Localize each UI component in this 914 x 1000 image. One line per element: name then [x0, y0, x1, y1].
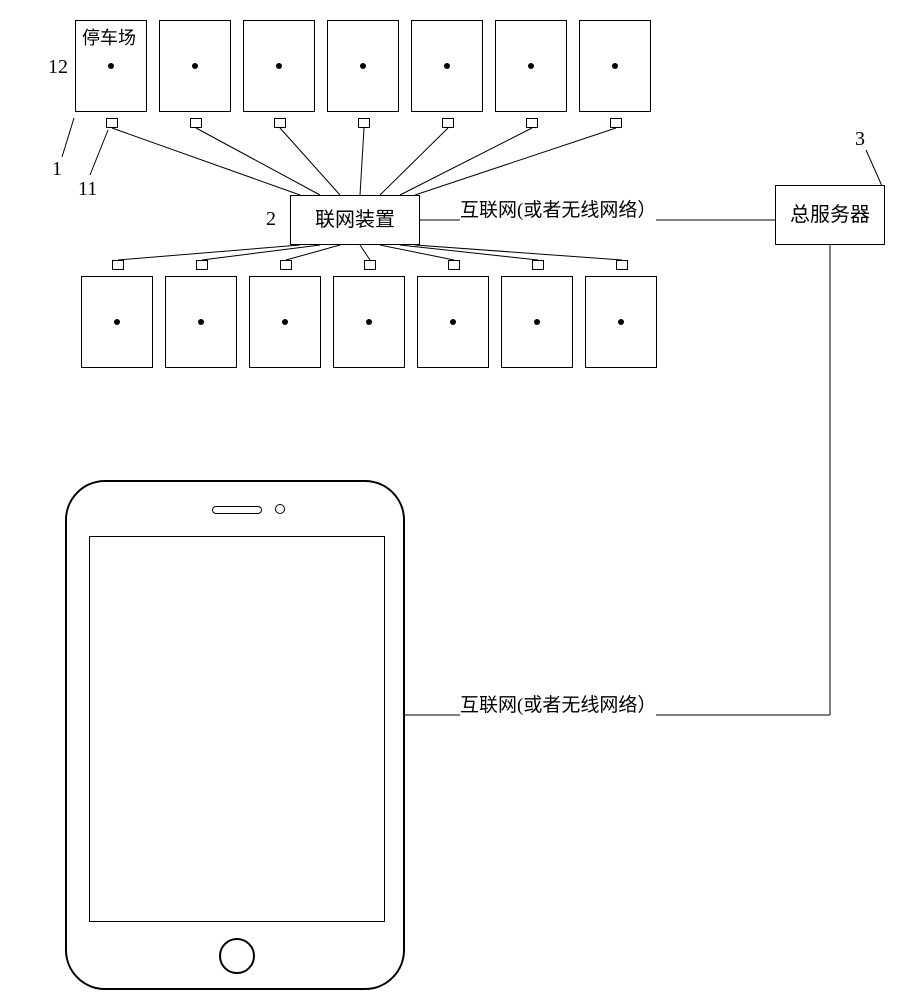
connector-icon [364, 260, 376, 270]
parking-box [579, 20, 651, 112]
connector-icon [196, 260, 208, 270]
network-label-1: 互联网(或者无线网络） [460, 195, 656, 222]
dot-icon [282, 319, 288, 325]
dot-icon [366, 319, 372, 325]
connector-icon [616, 260, 628, 270]
dot-icon [528, 63, 534, 69]
ref-3: 3 [855, 128, 865, 151]
dot-icon [192, 63, 198, 69]
connector-icon [526, 118, 538, 128]
dot-icon [534, 319, 540, 325]
dot-icon [108, 63, 114, 69]
network-label-2: 互联网(或者无线网络） [460, 690, 656, 717]
connector-icon [112, 260, 124, 270]
networking-device-label: 联网装置 [315, 209, 395, 231]
phone-speaker-icon [212, 506, 262, 514]
connector-icon [358, 118, 370, 128]
parking-box [327, 20, 399, 112]
parking-box [411, 20, 483, 112]
dot-icon [444, 63, 450, 69]
ref-12: 12 [48, 56, 68, 79]
dot-icon [612, 63, 618, 69]
main-server-box: 总服务器 [775, 185, 885, 245]
dot-icon [450, 319, 456, 325]
phone-home-button [219, 938, 255, 974]
phone-screen [89, 536, 385, 922]
main-server-label: 总服务器 [790, 204, 870, 226]
parking-box [501, 276, 573, 368]
dot-icon [276, 63, 282, 69]
dot-icon [198, 319, 204, 325]
parking-box [495, 20, 567, 112]
parking-box [165, 276, 237, 368]
dot-icon [618, 319, 624, 325]
phone-camera-icon [275, 504, 285, 514]
parking-box [159, 20, 231, 112]
parking-box [417, 276, 489, 368]
smartphone [65, 480, 405, 990]
connector-icon [610, 118, 622, 128]
connector-icon [448, 260, 460, 270]
connector-icon [190, 118, 202, 128]
parking-box [585, 276, 657, 368]
parking-box [249, 276, 321, 368]
dot-icon [114, 319, 120, 325]
connector-icon [274, 118, 286, 128]
ref-11: 11 [78, 178, 97, 201]
parking-box [243, 20, 315, 112]
parking-box [333, 276, 405, 368]
parking-box [81, 276, 153, 368]
connector-icon [532, 260, 544, 270]
ref-2: 2 [266, 208, 276, 231]
parking-lot-label: 停车场 [82, 24, 136, 50]
dot-icon [360, 63, 366, 69]
connector-icon [442, 118, 454, 128]
connector-icon [280, 260, 292, 270]
ref-1: 1 [52, 158, 62, 181]
networking-device-box: 联网装置 [290, 195, 420, 245]
connector-icon [106, 118, 118, 128]
